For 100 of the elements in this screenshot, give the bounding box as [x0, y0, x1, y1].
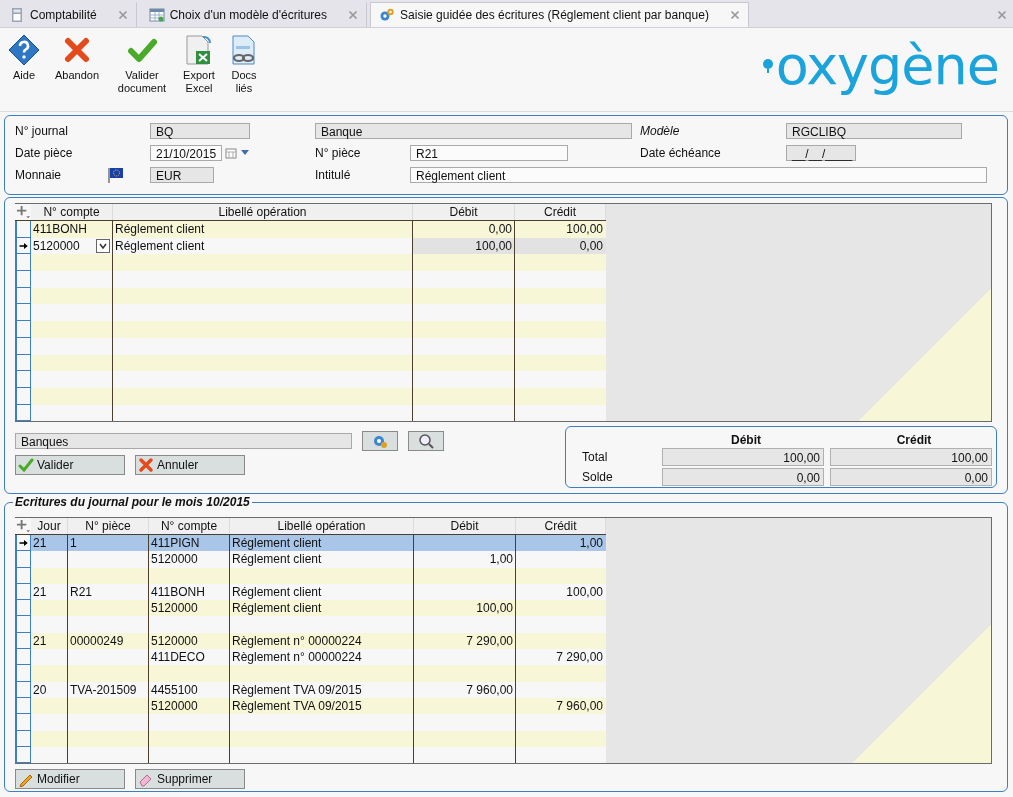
table-row[interactable]: 411BONH Réglement client 0,00 100,00 — [15, 221, 606, 238]
table-cell: 5120000 — [151, 600, 198, 617]
tab-label: Saisie guidée des écritures (Réglement client par banque) — [400, 8, 709, 22]
table-cell: 00000249 — [70, 632, 124, 650]
toolbar-button[interactable]: Docs liés — [224, 34, 264, 95]
table-cell: 7 960,00 — [556, 697, 603, 715]
table-cell: Réglement client — [232, 583, 322, 601]
table-cell: 21 — [33, 632, 47, 650]
action-button[interactable]: Valider — [15, 455, 125, 476]
input-field[interactable]: Réglement client — [410, 167, 987, 183]
total-value: 100,00 — [830, 448, 992, 467]
settings-button[interactable] — [362, 431, 398, 452]
table-cell: 1,00 — [579, 535, 603, 552]
table-cell: 7 290,00 — [556, 649, 603, 666]
action-button[interactable]: Supprimer — [135, 769, 245, 790]
add-row-icon — [15, 518, 31, 534]
table-cell: R21 — [70, 583, 92, 601]
column-header[interactable]: N° compte — [31, 204, 113, 220]
table-cell: 7 290,00 — [466, 632, 513, 650]
input-field[interactable]: 21/10/2015 — [150, 145, 222, 161]
table-cell: 100,00 — [476, 600, 513, 617]
input-field[interactable]: BQ — [150, 123, 250, 139]
total-value: 0,00 — [830, 468, 992, 487]
tab-label: Choix d'un modèle d'écritures — [169, 8, 328, 22]
action-button[interactable]: Modifier — [15, 769, 125, 790]
row-label: Solde — [582, 470, 614, 485]
table-cell: 5120000 — [151, 551, 198, 568]
table-cell: Réglement client — [115, 237, 205, 255]
table-icon — [148, 7, 165, 23]
row-label: Total — [582, 450, 609, 465]
gears-icon — [379, 7, 396, 23]
table-cell: TVA-201509 — [70, 681, 137, 698]
table-cell: Règlement TVA 09/2015 — [232, 697, 362, 715]
table-cell: 5120000 — [151, 632, 198, 650]
field-label: Date échéance — [640, 146, 722, 160]
table-cell: 100,00 — [475, 237, 512, 255]
table-cell: 411BONH — [151, 583, 205, 601]
tab[interactable]: Saisie guidée des écritures (Réglement client par banque) — [370, 2, 749, 27]
toolbar-button[interactable]: Aide — [4, 34, 44, 82]
add-row-icon — [15, 204, 31, 220]
table-cell: Règlement TVA 09/2015 — [232, 681, 362, 698]
column-header[interactable]: Débit — [414, 518, 516, 534]
table-cell: 5120000 — [33, 237, 80, 255]
action-button[interactable]: Annuler — [135, 455, 245, 476]
table-cell: 4455100 — [151, 681, 198, 698]
table-cell: 7 960,00 — [466, 681, 513, 698]
table-cell: Réglement client — [232, 600, 322, 617]
table-cell: Réglement client — [115, 221, 205, 238]
input-field[interactable]: Banques — [15, 433, 352, 450]
input-field[interactable]: Banque — [315, 123, 632, 139]
gears-icon — [372, 433, 388, 450]
toolbar-button[interactable]: Valider document — [110, 34, 174, 95]
input-field[interactable]: R21 — [410, 145, 568, 161]
column-header[interactable]: Débit — [413, 204, 515, 220]
column-header[interactable]: N° compte — [149, 518, 230, 534]
field-label: Date pièce — [15, 146, 74, 160]
column-header[interactable]: N° pièce — [68, 518, 149, 534]
table-cell: 100,00 — [566, 221, 603, 238]
table-cell: 411PIGN — [151, 535, 200, 552]
field-label: N° journal — [15, 124, 69, 138]
table-row[interactable]: 21 1 411PIGN Réglement client 1,00 — [15, 535, 606, 552]
table-cell: Règlement n° 00000224 — [232, 632, 362, 650]
search-button[interactable] — [408, 431, 444, 452]
input-field[interactable]: RGCLIBQ — [786, 123, 962, 139]
flag-icon — [107, 166, 124, 184]
section-title: Ecritures du journal pour le mois 10/2015 — [13, 495, 252, 509]
calendar-icon — [225, 147, 237, 159]
table-cell: Règlement n° 00000224 — [232, 649, 362, 666]
table-cell: 100,00 — [566, 583, 603, 601]
search-icon — [418, 433, 434, 450]
table-cell: Réglement client — [232, 551, 322, 568]
table-cell: 411DECO — [151, 649, 205, 666]
total-value: 100,00 — [662, 448, 824, 467]
field-label: Modèle — [640, 124, 681, 138]
field-label: Intitulé — [315, 168, 352, 182]
table-cell: 21 — [33, 583, 47, 601]
input-field[interactable]: __/__/____ — [786, 145, 856, 161]
column-header: Crédit — [895, 433, 933, 448]
total-value: 0,00 — [662, 468, 824, 487]
tab-label: Comptabilité — [30, 8, 97, 22]
column-header: Débit — [730, 433, 762, 448]
field-label: Monnaie — [15, 168, 62, 182]
column-header[interactable]: Jour — [31, 518, 68, 534]
table-cell: 0,00 — [579, 237, 603, 255]
field-label: N° pièce — [315, 146, 362, 160]
column-header[interactable]: Libellé opération — [230, 518, 414, 534]
logo: oxygène — [775, 36, 999, 96]
input-field[interactable]: EUR — [150, 167, 214, 183]
check-icon — [18, 457, 34, 474]
cross-icon — [138, 457, 154, 474]
table-row[interactable]: 411DECO Règlement n° 00000224 7 290,00 — [15, 649, 606, 666]
table-row[interactable]: 5120000 Réglement client 100,00 — [15, 600, 606, 617]
table-cell: 1,00 — [489, 551, 513, 568]
column-header[interactable]: Libellé opération — [113, 204, 413, 220]
table-cell: 411BONH — [33, 221, 87, 238]
table-cell: Réglement client — [232, 535, 322, 552]
toolbar-button[interactable]: Export Excel — [174, 34, 224, 95]
help-icon — [8, 34, 40, 66]
toolbar-button[interactable]: Abandon — [44, 34, 110, 82]
dropdown-icon — [96, 239, 110, 254]
